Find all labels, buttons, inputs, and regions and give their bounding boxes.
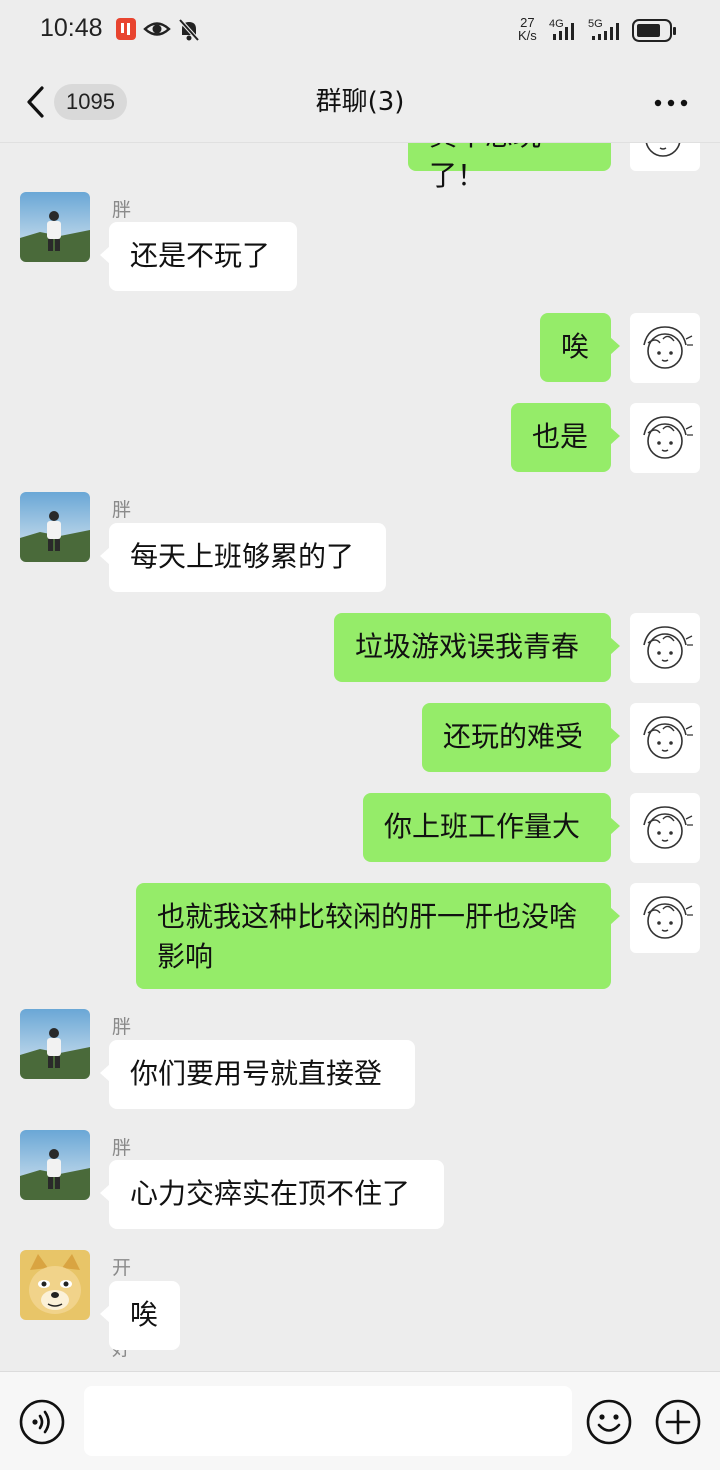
voice-icon[interactable] — [18, 1398, 66, 1446]
listen-app-icon — [116, 18, 136, 40]
input-bar — [0, 1371, 720, 1470]
message-input[interactable] — [84, 1386, 572, 1456]
avatar[interactable] — [20, 1009, 90, 1079]
avatar[interactable] — [630, 403, 700, 473]
person-landscape-avatar-icon — [20, 192, 90, 262]
avatar[interactable] — [20, 492, 90, 562]
network-speed-unit: K/s — [518, 28, 537, 43]
doodle-face-avatar-icon — [645, 143, 681, 157]
message-bubble[interactable]: 真不想玩了！ — [408, 143, 620, 192]
battery-icon — [632, 19, 676, 42]
signal-5g-icon — [592, 23, 619, 40]
emoji-icon[interactable] — [585, 1398, 633, 1446]
message-bubble[interactable]: 还是不玩了 — [100, 222, 297, 291]
message-bubble[interactable]: 心力交瘁实在顶不住了 — [100, 1160, 444, 1229]
message-bubble[interactable]: 还玩的难受 — [422, 703, 620, 772]
message-bubble[interactable]: 也是 — [511, 403, 620, 472]
mute-bell-icon — [178, 18, 200, 42]
avatar[interactable] — [630, 703, 700, 773]
avatar[interactable] — [20, 192, 90, 262]
more-dots-icon[interactable] — [652, 96, 692, 110]
avatar[interactable] — [630, 793, 700, 863]
eye-icon — [143, 22, 171, 36]
page-title: 群聊(3) — [315, 87, 405, 117]
message-bubble[interactable]: 你们要用号就直接登 — [100, 1040, 415, 1109]
signal-4g-icon — [553, 23, 574, 40]
doodle-face-avatar-icon — [643, 416, 693, 459]
message-bubble[interactable]: 你上班工作量大 — [363, 793, 620, 862]
person-landscape-avatar-icon — [20, 1009, 90, 1079]
message-bubble[interactable]: 也就我这种比较闲的肝一肝也没啥影响 — [136, 883, 620, 989]
avatar[interactable] — [20, 1130, 90, 1200]
chat-header: 1095 群聊(3) — [0, 62, 720, 143]
avatar[interactable] — [630, 313, 700, 383]
status-time: 10:48 — [40, 14, 103, 42]
message-bubble[interactable]: 每天上班够累的了 — [100, 523, 386, 592]
message-bubble[interactable]: 唉 — [100, 1281, 180, 1350]
message-list[interactable]: 真不想玩了！ 胖头 还是不玩了 唉 — [0, 143, 720, 1371]
avatar[interactable] — [630, 883, 700, 953]
person-landscape-avatar-icon — [20, 1130, 90, 1200]
doodle-face-avatar-icon — [643, 716, 693, 759]
avatar[interactable] — [630, 143, 700, 171]
doodle-face-avatar-icon — [643, 896, 693, 939]
doodle-face-avatar-icon — [643, 806, 693, 849]
person-landscape-avatar-icon — [20, 492, 90, 562]
shiba-dog-avatar-icon — [20, 1250, 90, 1320]
doodle-face-avatar-icon — [643, 626, 693, 669]
doodle-face-avatar-icon — [643, 326, 693, 369]
plus-icon[interactable] — [654, 1398, 702, 1446]
message-bubble[interactable]: 唉 — [540, 313, 620, 382]
avatar[interactable] — [20, 1250, 90, 1320]
network-speed: 27 K/s — [518, 16, 537, 42]
avatar[interactable] — [630, 613, 700, 683]
message-bubble[interactable]: 垃圾游戏误我青春 — [334, 613, 620, 682]
status-bar: 10:48 27 K/s 4G 5G — [0, 0, 720, 62]
